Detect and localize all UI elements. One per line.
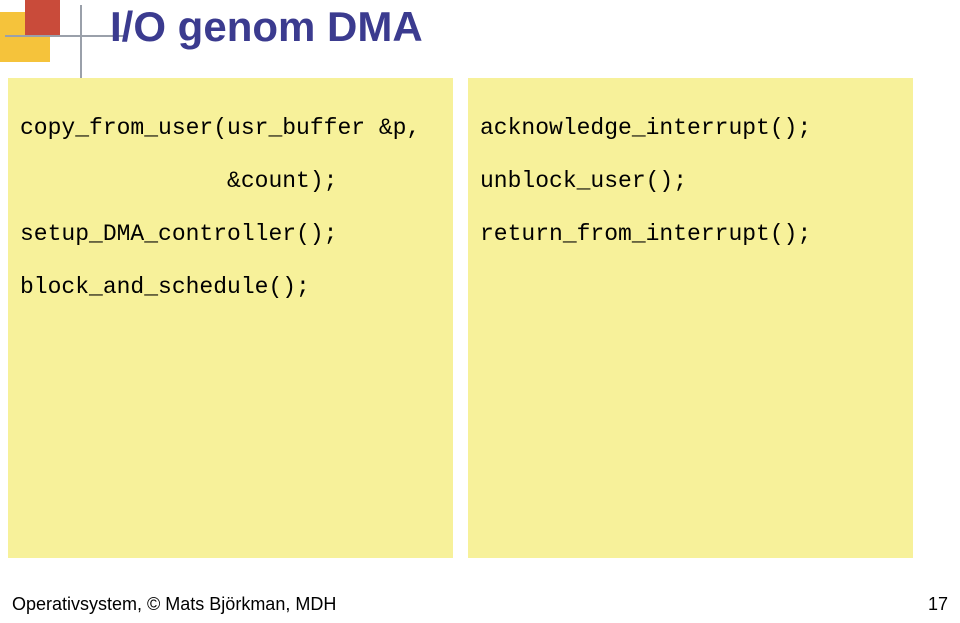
code-block-left: copy_from_user(usr_buffer &p, &count); s… [8, 78, 453, 558]
slide-footer: Operativsystem, © Mats Björkman, MDH [12, 594, 336, 615]
code-line: return_from_interrupt(); [480, 208, 901, 261]
slide-title: I/O genom DMA [110, 3, 423, 51]
code-line: block_and_schedule(); [20, 261, 441, 314]
page-number: 17 [928, 594, 948, 615]
code-line: acknowledge_interrupt(); [480, 102, 901, 155]
code-line: unblock_user(); [480, 155, 901, 208]
code-line: copy_from_user(usr_buffer &p, [20, 102, 441, 155]
code-line: &count); [20, 155, 441, 208]
slide-decoration [0, 0, 110, 65]
code-block-right: acknowledge_interrupt(); unblock_user();… [468, 78, 913, 558]
deco-grid-lines [50, 20, 110, 70]
code-line: setup_DMA_controller(); [20, 208, 441, 261]
